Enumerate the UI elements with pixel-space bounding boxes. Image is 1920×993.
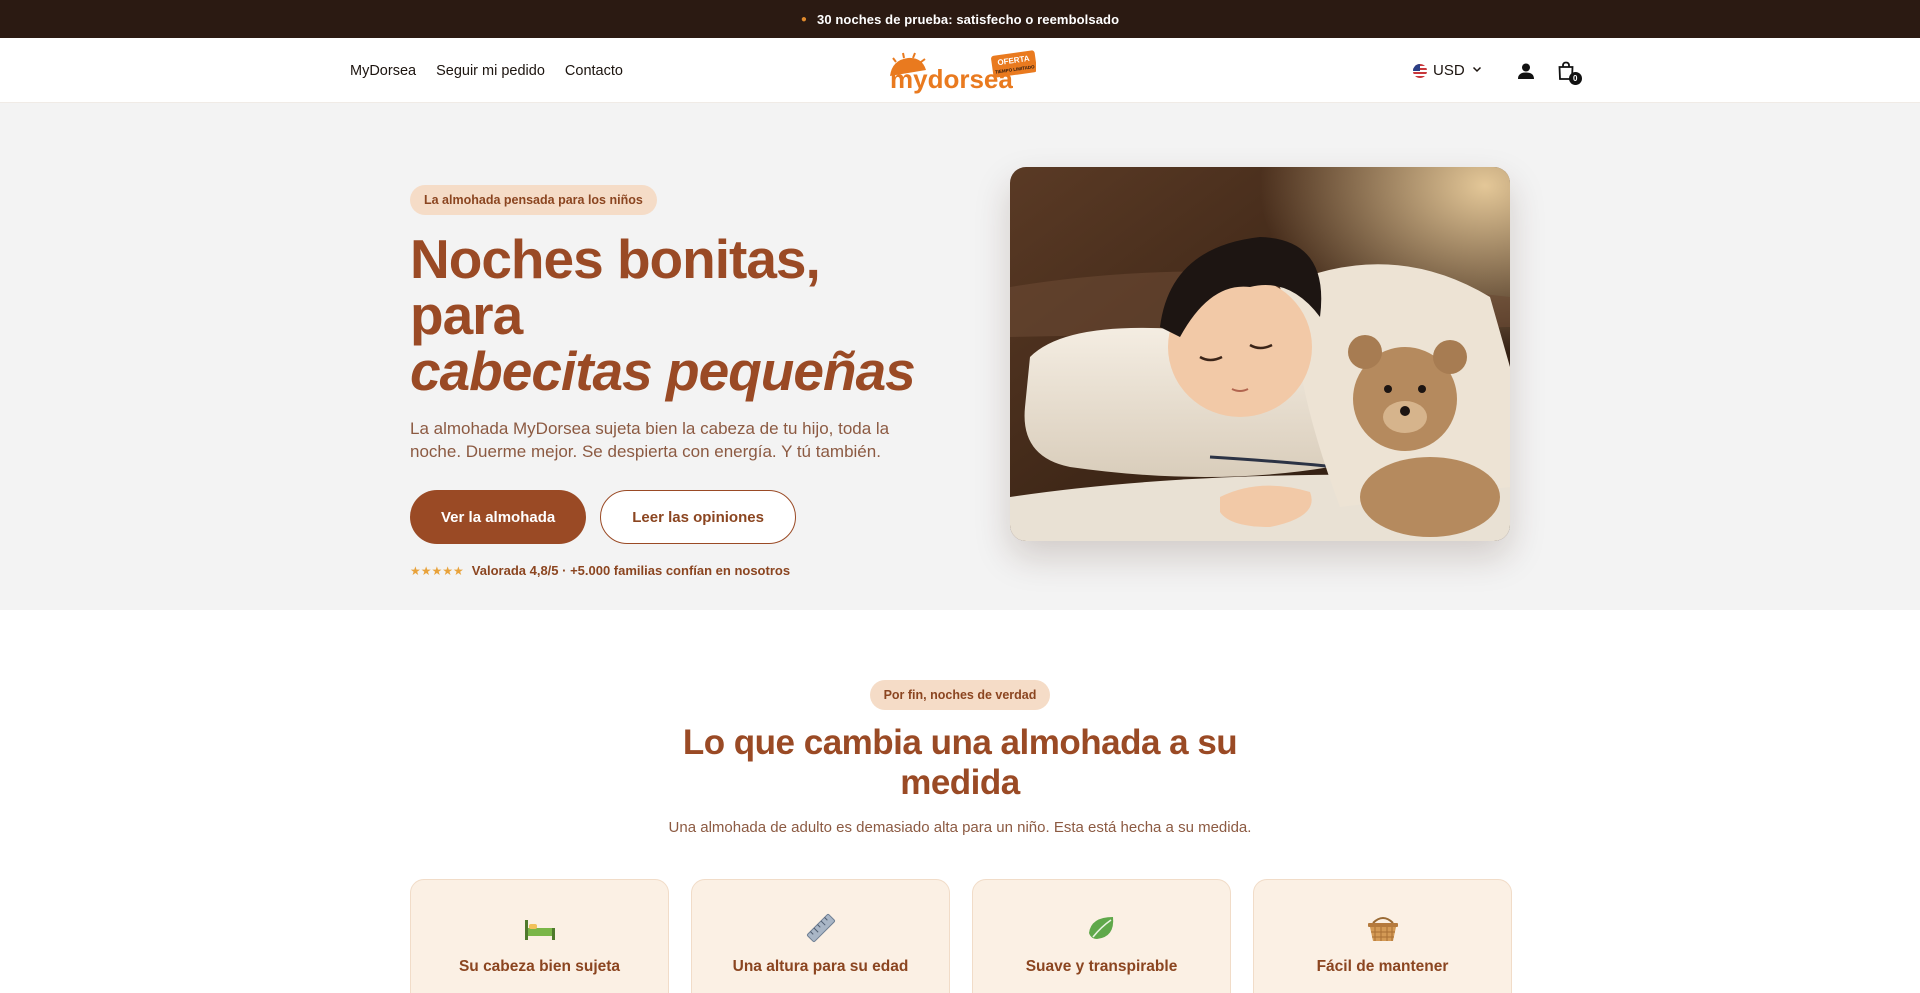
header-actions: USD 0	[1413, 38, 1593, 103]
hero-title-line1: Noches bonitas, para	[410, 228, 821, 346]
view-pillow-button[interactable]: Ver la almohada	[410, 490, 587, 544]
main-nav: MyDorsea Seguir mi pedido Contacto	[350, 38, 623, 103]
hero-subtitle: La almohada MyDorsea sujeta bien la cabe…	[410, 419, 890, 461]
benefit-card-title: Su cabeza bien sujeta	[458, 958, 621, 975]
sleeping-child-illustration	[1010, 167, 1510, 541]
site-logo[interactable]: mydorsea OFERTA TIEMPO LIMITADO	[886, 50, 1037, 94]
benefits-badge-wrap: Por fin, noches de verdad	[0, 680, 1920, 710]
hero-badge: La almohada pensada para los niños	[410, 185, 657, 215]
currency-label: USD	[1433, 62, 1465, 79]
benefit-card: Suave y transpirable	[972, 879, 1231, 993]
nav-item-track-order[interactable]: Seguir mi pedido	[436, 63, 545, 79]
chevron-down-icon	[1471, 62, 1483, 79]
cart-count-badge: 0	[1568, 71, 1582, 85]
benefit-card: Una altura para su edad	[691, 879, 950, 993]
hero-ctas: Ver la almohada Leer las opiniones	[410, 490, 930, 544]
announcement-bar: ● 30 noches de prueba: satisfecho o reem…	[0, 0, 1920, 38]
flag-us-icon	[1413, 63, 1427, 78]
account-icon[interactable]	[1513, 58, 1539, 84]
star-rating-icon: ★★★★★	[410, 563, 464, 578]
benefit-card: Fácil de mantener	[1253, 879, 1512, 993]
ruler-icon	[692, 910, 949, 946]
currency-selector[interactable]: USD	[1413, 62, 1483, 79]
hero-image	[1010, 167, 1510, 541]
benefit-cards: Su cabeza bien sujeta Una altura para su…	[410, 879, 1512, 993]
hero-title-line2: cabecitas pequeñas	[410, 340, 916, 402]
read-reviews-button[interactable]: Leer las opiniones	[600, 490, 796, 544]
benefit-card-title: Una altura para su edad	[732, 958, 909, 975]
benefits-title: Lo que cambia una almohada a su medida	[682, 723, 1238, 802]
shopping-bag-icon[interactable]: 0	[1553, 58, 1582, 85]
rating-text: Valorada 4,8/5 · +5.000 familias confían…	[471, 563, 791, 578]
basket-icon	[1254, 910, 1511, 946]
hero-title: Noches bonitas, para cabecitas pequeñas	[410, 231, 930, 399]
bed-icon	[411, 910, 668, 946]
benefits-subtitle: Una almohada de adulto es demasiado alta…	[668, 819, 1252, 836]
leaf-icon	[973, 910, 1230, 946]
announcement-text: 30 noches de prueba: satisfecho o reembo…	[816, 11, 1120, 27]
logo-mark: mydorsea OFERTA TIEMPO LIMITADO	[890, 50, 1037, 94]
benefits-title-wrap: Lo que cambia una almohada a su medida	[0, 723, 1920, 803]
nav-item-mydorsea[interactable]: MyDorsea	[350, 63, 416, 79]
benefits-badge: Por fin, noches de verdad	[869, 680, 1051, 710]
benefits-subtitle-wrap: Una almohada de adulto es demasiado alta…	[0, 819, 1920, 836]
hero-content: La almohada pensada para los niños Noche…	[410, 185, 930, 578]
site-header: MyDorsea Seguir mi pedido Contacto mydor…	[0, 38, 1920, 103]
hero-section: La almohada pensada para los niños Noche…	[0, 103, 1920, 610]
benefit-card: Su cabeza bien sujeta	[410, 879, 669, 993]
benefit-card-title: Fácil de mantener	[1316, 958, 1449, 975]
rating-row: ★★★★★ Valorada 4,8/5 · +5.000 familias c…	[410, 563, 930, 578]
benefit-card-title: Suave y transpirable	[1025, 958, 1178, 975]
nav-item-contact[interactable]: Contacto	[565, 63, 623, 79]
bullet-icon: ●	[800, 13, 807, 25]
benefits-section: Por fin, noches de verdad Lo que cambia …	[0, 610, 1920, 993]
